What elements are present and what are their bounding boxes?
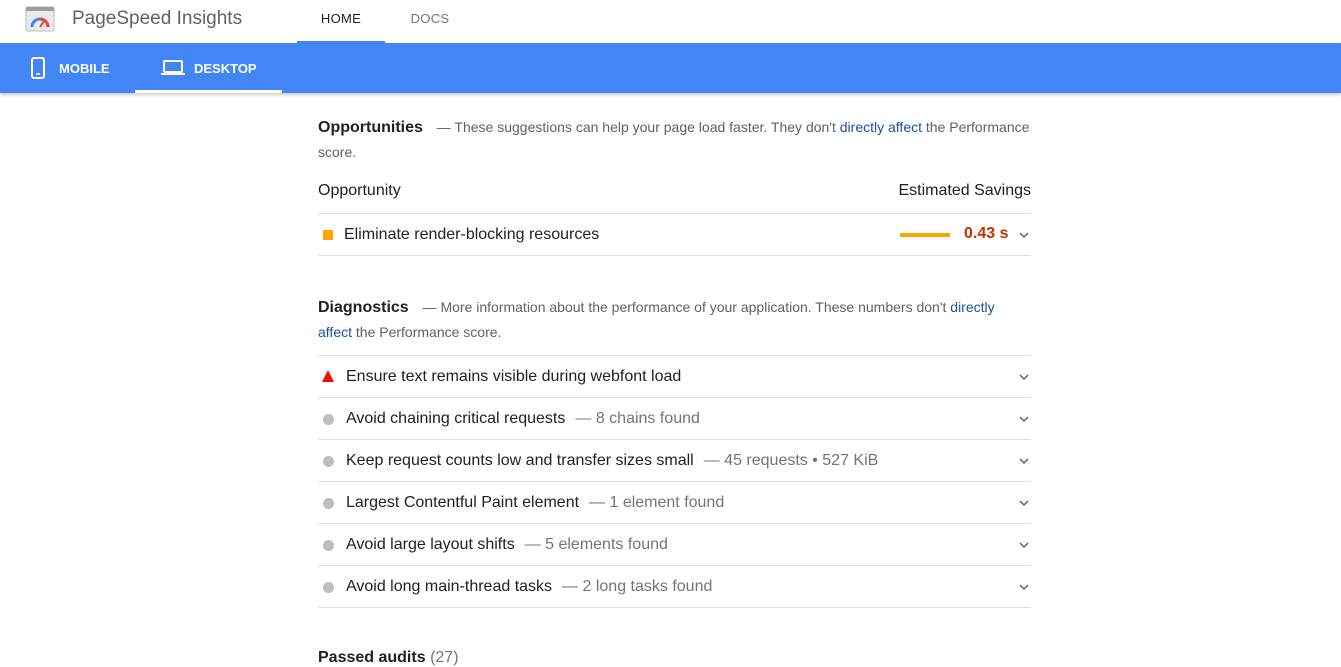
top-bar: PageSpeed Insights HOME DOCS [0,0,1341,43]
chevron-down-icon[interactable] [1019,372,1029,382]
chevron-down-icon[interactable] [1019,540,1029,550]
phone-icon [31,57,45,79]
average-square-icon [323,230,333,240]
info-circle-icon [323,582,334,593]
opportunities-header: Opportunities — These suggestions can he… [318,115,1031,165]
device-tab-bar: MOBILE DESKTOP [0,43,1341,93]
diagnostics-desc-suffix: the Performance score. [355,324,502,340]
opportunity-col-label: Opportunity [318,182,401,199]
tab-desktop[interactable]: DESKTOP [135,43,282,93]
diagnostic-row[interactable]: Avoid long main-thread tasks — 2 long tas… [318,566,1031,608]
chevron-down-icon[interactable] [1019,582,1029,592]
savings-col-label: Estimated Savings [898,182,1031,199]
tab-desktop-label: DESKTOP [194,61,257,76]
nav-tab-docs[interactable]: DOCS [385,0,475,43]
diagnostic-row[interactable]: Keep request counts low and transfer siz… [318,440,1031,482]
diagnostic-label: Avoid chaining critical requests — 8 chai… [346,410,700,427]
info-circle-icon [323,498,334,509]
chevron-down-icon[interactable] [1019,498,1029,508]
diagnostic-label: Avoid long main-thread tasks — 2 long tas… [346,578,713,595]
diagnostic-row[interactable]: Avoid large layout shifts — 5 elements fo… [318,524,1031,566]
diagnostics-title: Diagnostics [318,299,409,316]
opportunities-title: Opportunities [318,119,423,136]
brand-title: PageSpeed Insights [72,8,243,29]
diagnostics-header: Diagnostics — More information about the… [318,295,1031,345]
fail-triangle-icon [322,370,334,382]
tab-mobile-label: MOBILE [59,61,110,76]
laptop-icon [161,60,185,75]
info-circle-icon [323,540,334,551]
opportunity-row[interactable]: Eliminate render-blocking resources 0.43… [318,214,1031,256]
opportunities-column-header: Opportunity Estimated Savings [318,175,1031,214]
opportunities-directly-affect-link[interactable]: directly affect [840,119,922,135]
chevron-down-icon[interactable] [1019,230,1029,240]
opportunities-desc-prefix: — These suggestions can help your page l… [436,119,836,135]
chevron-down-icon[interactable] [1019,414,1029,424]
savings-bar [900,233,950,237]
passed-audits-title: Passed audits [318,649,426,666]
passed-audits-count: (27) [430,649,459,666]
tab-mobile[interactable]: MOBILE [0,43,135,93]
savings-value: 0.43 s [964,225,1009,242]
opportunity-label: Eliminate render-blocking resources [344,226,600,243]
report-content: Opportunities — These suggestions can he… [318,93,1031,667]
info-circle-icon [323,456,334,467]
diagnostic-label: Avoid large layout shifts — 5 elements fo… [346,536,668,553]
diagnostic-row[interactable]: Largest Contentful Paint element — 1 elem… [318,482,1031,524]
diagnostic-row[interactable]: Avoid chaining critical requests — 8 chai… [318,398,1031,440]
pagespeed-logo-icon [25,6,55,32]
diagnostics-list: Ensure text remains visible during webfo… [318,355,1031,608]
diagnostics-desc-prefix: — More information about the performance… [422,299,947,315]
diagnostic-label: Keep request counts low and transfer siz… [346,452,879,469]
diagnostic-label: Ensure text remains visible during webfo… [346,368,682,385]
diagnostic-row[interactable]: Ensure text remains visible during webfo… [318,356,1031,398]
passed-audits-header[interactable]: Passed audits (27) [318,649,1031,667]
nav-tab-home[interactable]: HOME [297,0,385,43]
info-circle-icon [323,414,334,425]
chevron-down-icon[interactable] [1019,456,1029,466]
diagnostic-label: Largest Contentful Paint element — 1 elem… [346,494,725,511]
